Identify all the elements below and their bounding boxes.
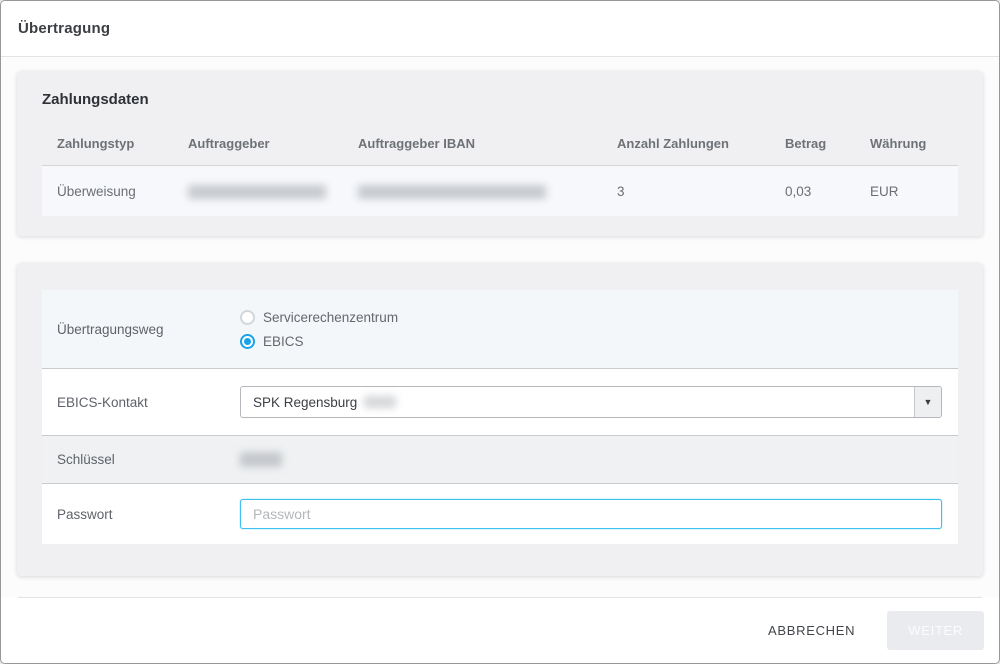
dialog-titlebar: Übertragung (1, 1, 999, 57)
radio-label: EBICS (263, 334, 304, 349)
abbrechen-button[interactable]: ABBRECHEN (762, 622, 861, 639)
column-waehrung: Währung (870, 136, 958, 151)
transfer-form: Übertragungsweg Servicerechenzentrum EBI… (42, 290, 958, 544)
page-title: Übertragung (18, 20, 110, 37)
cell-auftraggeber (188, 183, 358, 198)
form-row-passwort: Passwort (42, 483, 958, 544)
radio-unchecked-icon[interactable] (240, 310, 255, 325)
radio-checked-icon[interactable] (240, 334, 255, 349)
uebertragungsweg-label: Übertragungsweg (42, 322, 240, 337)
zahlungsdaten-heading: Zahlungsdaten (42, 91, 958, 108)
weiter-button[interactable]: WEITER (887, 611, 984, 650)
schluessel-value (240, 451, 958, 469)
cell-waehrung: EUR (870, 184, 958, 199)
column-anzahl-zahlungen: Anzahl Zahlungen (617, 136, 785, 151)
column-auftraggeber: Auftraggeber (188, 136, 358, 151)
form-row-uebertragungsweg: Übertragungsweg Servicerechenzentrum EBI… (42, 290, 958, 368)
radio-option-ebics[interactable]: EBICS (240, 334, 958, 349)
cell-zahlungstyp: Überweisung (42, 184, 188, 199)
dialog-footer: ABBRECHEN WEITER (1, 597, 999, 663)
redacted-iban (358, 185, 546, 199)
ebics-kontakt-selected-value: SPK Regensburg (241, 387, 396, 417)
dropdown-arrow-icon[interactable]: ▼ (914, 387, 941, 417)
uebertragung-card: Übertragungsweg Servicerechenzentrum EBI… (17, 263, 983, 576)
ebics-kontakt-value-text: SPK Regensburg (253, 395, 357, 410)
payments-table-header: Zahlungstyp Auftraggeber Auftraggeber IB… (42, 120, 958, 166)
form-row-ebics-kontakt: EBICS-Kontakt SPK Regensburg ▼ (42, 368, 958, 435)
zahlungsdaten-card: Zahlungsdaten Zahlungstyp Auftraggeber A… (17, 71, 983, 236)
redacted-kontakt-suffix (364, 396, 396, 408)
cell-anzahl-zahlungen: 3 (617, 184, 785, 199)
ebics-kontakt-label: EBICS-Kontakt (42, 395, 240, 410)
table-row: Überweisung 3 0,03 EUR (42, 166, 958, 216)
passwort-label: Passwort (42, 507, 240, 522)
column-betrag: Betrag (785, 136, 870, 151)
dialog-content: Zahlungsdaten Zahlungstyp Auftraggeber A… (1, 57, 999, 576)
radio-label: Servicerechenzentrum (263, 310, 398, 325)
column-zahlungstyp: Zahlungstyp (42, 136, 188, 151)
column-auftraggeber-iban: Auftraggeber IBAN (358, 136, 617, 151)
passwort-input[interactable] (240, 499, 942, 529)
uebertragungsweg-radio-group: Servicerechenzentrum EBICS (240, 304, 958, 355)
ebics-kontakt-select[interactable]: SPK Regensburg ▼ (240, 386, 942, 418)
cell-betrag: 0,03 (785, 184, 870, 199)
uebertragung-dialog: Übertragung Zahlungsdaten Zahlungstyp Au… (0, 0, 1000, 664)
passwort-input-wrap (240, 499, 942, 529)
schluessel-label: Schlüssel (42, 452, 240, 467)
form-row-schluessel: Schlüssel (42, 435, 958, 483)
redacted-schluessel (240, 452, 282, 467)
cell-auftraggeber-iban (358, 183, 617, 198)
radio-option-servicerechenzentrum[interactable]: Servicerechenzentrum (240, 310, 958, 325)
redacted-auftraggeber (188, 185, 326, 199)
